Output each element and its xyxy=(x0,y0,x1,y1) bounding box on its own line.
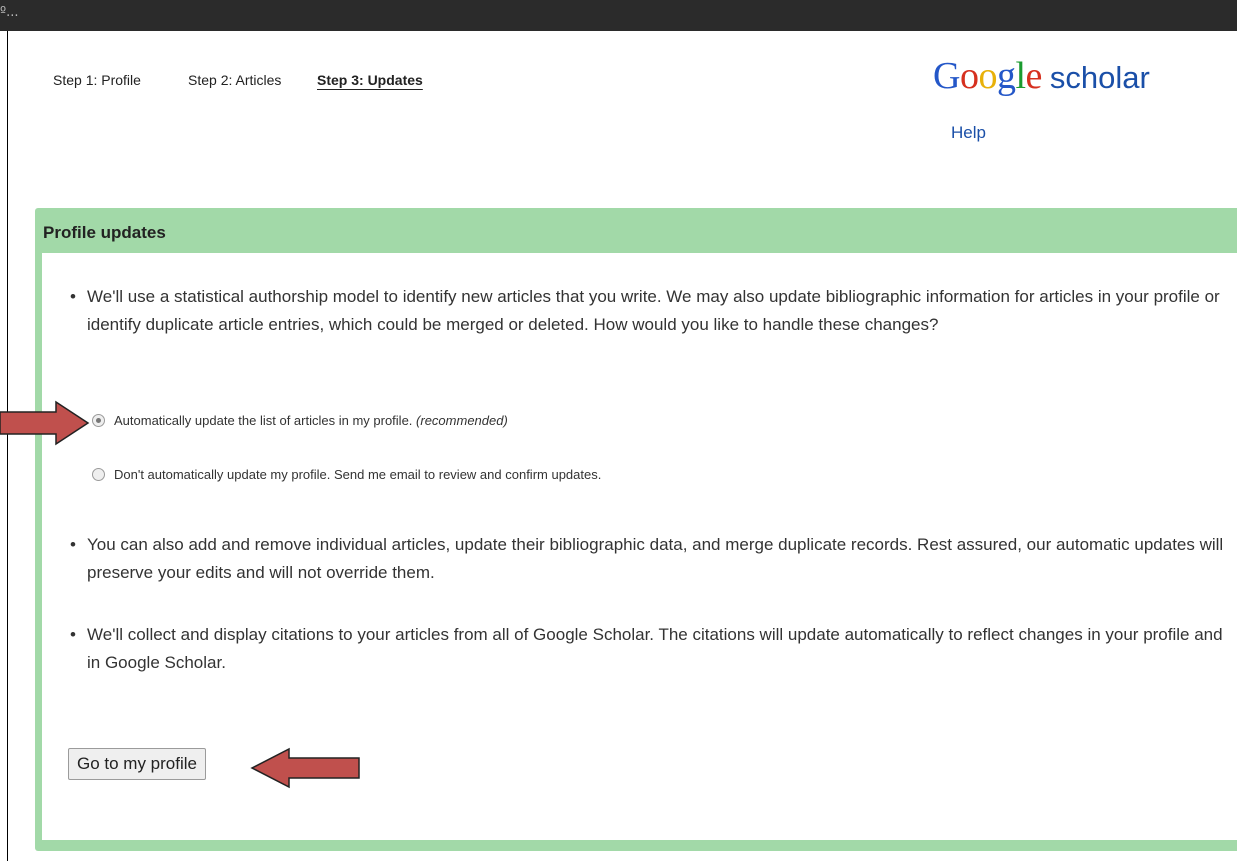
step-articles-link[interactable]: Step 2: Articles xyxy=(188,72,281,88)
radio-button-selected[interactable] xyxy=(92,414,105,427)
bullet-dot: • xyxy=(70,287,76,306)
profile-updates-panel: Profile updates • We'll use a statistica… xyxy=(35,208,1237,851)
step-updates-current: Step 3: Updates xyxy=(317,72,423,88)
annotation-arrow-right-icon xyxy=(0,400,90,446)
scholar-wordmark: scholar xyxy=(1049,60,1150,95)
recommended-note: (recommended) xyxy=(416,413,508,428)
radio-label: Automatically update the list of article… xyxy=(114,413,413,428)
bullet-text: We'll collect and display citations to y… xyxy=(87,625,1223,672)
window-title-fragment: º... xyxy=(0,5,19,20)
step-profile-link[interactable]: Step 1: Profile xyxy=(53,72,141,88)
radio-button[interactable] xyxy=(92,468,105,481)
bullet-text: We'll use a statistical authorship model… xyxy=(87,287,1220,334)
logo-letter: G xyxy=(933,55,960,97)
radio-label: Don't automatically update my profile. S… xyxy=(114,467,602,482)
annotation-arrow-left-icon xyxy=(250,747,360,789)
logo-letter: g xyxy=(996,55,1016,97)
radio-option-auto-update[interactable]: Automatically update the list of article… xyxy=(92,413,508,428)
logo-letter: e xyxy=(1025,55,1043,97)
google-wordmark: Google xyxy=(933,55,1042,97)
bullet-dot: • xyxy=(70,535,76,554)
logo-letter: o xyxy=(978,55,997,97)
google-scholar-logo[interactable]: Google scholar xyxy=(933,54,1150,98)
panel-body: • We'll use a statistical authorship mod… xyxy=(42,253,1237,840)
help-link[interactable]: Help xyxy=(951,123,986,143)
info-bullet: • We'll use a statistical authorship mod… xyxy=(70,283,1230,339)
info-bullet: • You can also add and remove individual… xyxy=(70,531,1230,587)
panel-title: Profile updates xyxy=(43,223,166,242)
browser-title-bar: º... xyxy=(0,0,1237,31)
bullet-dot: • xyxy=(70,625,76,644)
logo-letter: o xyxy=(959,55,979,97)
radio-option-email-review[interactable]: Don't automatically update my profile. S… xyxy=(92,467,601,482)
bullet-text: You can also add and remove individual a… xyxy=(87,535,1224,582)
info-bullet: • We'll collect and display citations to… xyxy=(70,621,1230,677)
logo-letter: l xyxy=(1015,55,1026,97)
window-left-border xyxy=(7,31,8,861)
go-to-my-profile-button[interactable]: Go to my profile xyxy=(68,748,206,780)
